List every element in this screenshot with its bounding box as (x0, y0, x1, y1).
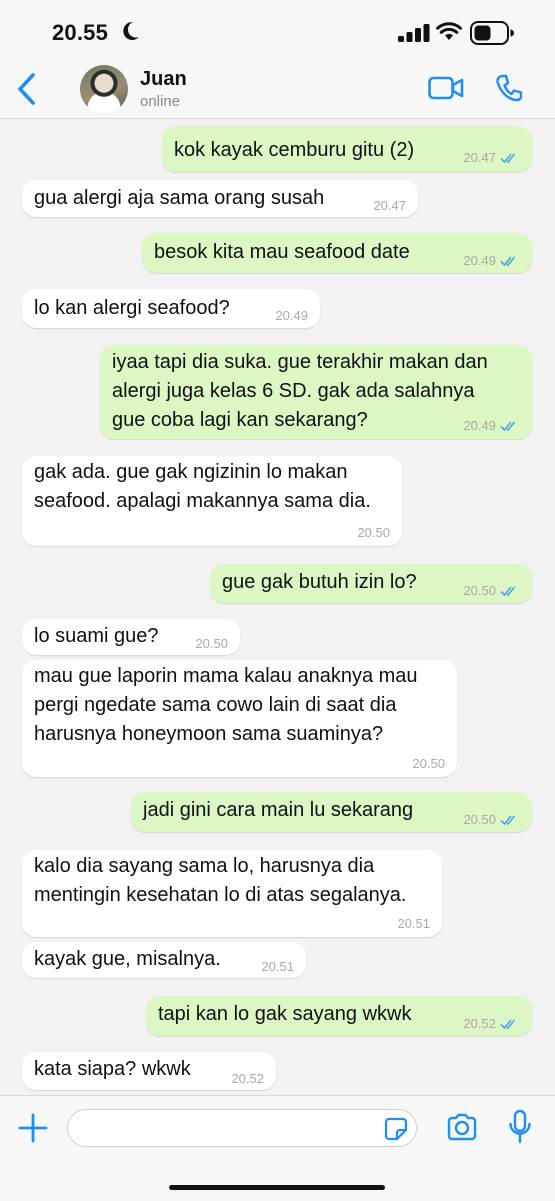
message-text: lo suami gue? (34, 625, 159, 647)
chat-area[interactable]: kok kayak cemburu gitu (2) 20.47 gua ale… (0, 119, 555, 1095)
message-bubble-outgoing[interactable]: besok kita mau seafood date 20.49 (142, 233, 532, 273)
message-time: 20.50 (412, 756, 445, 771)
message-time: 20.50 (195, 636, 228, 651)
battery-icon (470, 21, 514, 45)
message-text: gua alergi aja sama orang susah (34, 187, 325, 209)
double-check-icon (500, 152, 516, 163)
double-check-icon (500, 420, 516, 431)
plus-icon[interactable] (18, 1113, 48, 1143)
signal-icon (398, 24, 430, 42)
camera-icon[interactable] (446, 1112, 478, 1142)
composer-bar (0, 1095, 555, 1201)
phone-call-icon[interactable] (494, 73, 524, 103)
double-check-icon (500, 814, 516, 825)
message-bubble-outgoing[interactable]: gue gak butuh izin lo? 20.50 (210, 564, 532, 603)
double-check-icon (500, 255, 516, 266)
message-time: 20.49 (463, 418, 496, 433)
message-bubble-outgoing[interactable]: tapi kan lo gak sayang wkwk 20.52 (146, 996, 532, 1036)
wifi-icon (436, 22, 462, 40)
message-bubble-incoming[interactable]: kata siapa? wkwk 20.52 (22, 1052, 276, 1090)
contact-name[interactable]: Juan (140, 68, 187, 91)
message-bubble-incoming[interactable]: mau gue laporin mama kalau anaknya mau p… (22, 660, 457, 777)
message-bubble-incoming[interactable]: gak ada. gue gak ngizinin lo makan seafo… (22, 456, 402, 546)
moon-icon (123, 21, 139, 40)
message-text: kalo dia sayang sama lo, harusnya dia me… (34, 855, 407, 906)
message-bubble-incoming[interactable]: kalo dia sayang sama lo, harusnya dia me… (22, 850, 442, 937)
sticker-icon[interactable] (384, 1117, 408, 1141)
message-bubble-incoming[interactable]: lo kan alergi seafood? 20.49 (22, 289, 320, 328)
message-text: kayak gue, misalnya. (34, 948, 221, 970)
message-bubble-outgoing[interactable]: iyaa tapi dia suka. gue terakhir makan d… (100, 345, 532, 439)
message-text: lo kan alergi seafood? (34, 297, 230, 319)
message-time: 20.52 (463, 1016, 496, 1031)
avatar[interactable] (80, 65, 128, 113)
message-time: 20.50 (357, 525, 390, 540)
message-bubble-incoming[interactable]: kayak gue, misalnya. 20.51 (22, 942, 306, 978)
video-call-icon[interactable] (428, 75, 464, 101)
message-bubble-incoming[interactable]: gua alergi aja sama orang susah 20.47 (22, 180, 418, 217)
message-time: 20.51 (261, 959, 294, 974)
double-check-icon (500, 1018, 516, 1029)
message-text: kata siapa? wkwk (34, 1058, 191, 1080)
home-indicator (169, 1185, 385, 1190)
top-bar: 20.55 Juan online (0, 0, 555, 119)
double-check-icon (500, 585, 516, 596)
message-time: 20.49 (463, 253, 496, 268)
message-text: tapi kan lo gak sayang wkwk (158, 1003, 412, 1025)
back-arrow-icon[interactable] (14, 72, 40, 106)
message-time: 20.47 (373, 198, 406, 213)
message-bubble-outgoing[interactable]: kok kayak cemburu gitu (2) 20.47 (162, 126, 532, 172)
message-time: 20.49 (275, 308, 308, 323)
presence-status: online (140, 93, 181, 110)
message-bubble-outgoing[interactable]: jadi gini cara main lu sekarang 20.50 (131, 792, 532, 832)
message-text: mau gue laporin mama kalau anaknya mau p… (34, 665, 418, 745)
message-time: 20.50 (463, 812, 496, 827)
message-text: gak ada. gue gak ngizinin lo makan seafo… (34, 461, 371, 512)
microphone-icon[interactable] (508, 1109, 532, 1145)
message-time: 20.50 (463, 583, 496, 598)
message-text: iyaa tapi dia suka. gue terakhir makan d… (112, 351, 488, 431)
message-text: gue gak butuh izin lo? (222, 571, 417, 593)
message-text: jadi gini cara main lu sekarang (143, 799, 414, 821)
message-text: besok kita mau seafood date (154, 241, 410, 263)
message-time: 20.52 (231, 1071, 264, 1086)
status-time: 20.55 (52, 20, 109, 45)
message-time: 20.47 (463, 150, 496, 165)
message-text: kok kayak cemburu gitu (2) (174, 139, 415, 161)
message-input[interactable] (67, 1109, 417, 1147)
message-bubble-incoming[interactable]: lo suami gue? 20.50 (22, 619, 240, 655)
message-time: 20.51 (397, 916, 430, 931)
